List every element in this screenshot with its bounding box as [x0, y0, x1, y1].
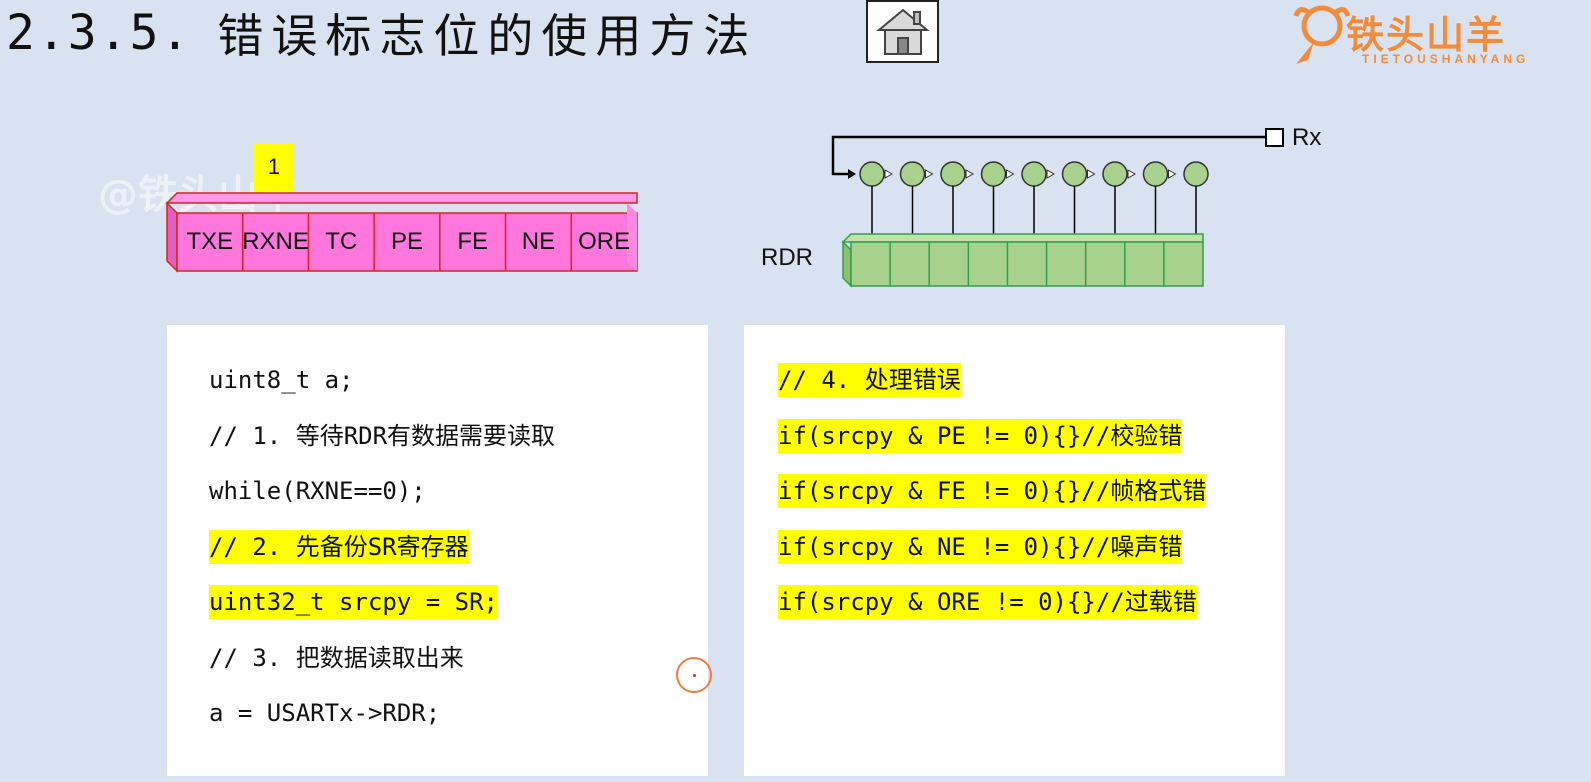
status-bit-ne: NE [521, 228, 556, 255]
shift-register-bits [859, 161, 1209, 244]
shift-bit-0 [859, 161, 885, 187]
status-bit-rxne: RXNE [242, 228, 309, 255]
shift-bit-3 [980, 161, 1007, 187]
left-code-line-5: uint32_t srcpy = SR; [209, 585, 498, 619]
right-code-line-5: if(srcpy & ORE != 0){}//过载错 [778, 585, 1197, 619]
left-code-line-1: uint8_t a; [209, 366, 354, 394]
shift-arrow-2 [965, 169, 975, 179]
rdr-register [841, 233, 1204, 288]
left-code-line-3: while(RXNE==0); [209, 477, 426, 505]
shift-arrow-7 [1168, 169, 1177, 179]
left-code-line-4: // 2. 先备份SR寄存器 [209, 529, 469, 564]
code-panel-left: uint8_t a; // 1. 等待RDR有数据需要读取 while(RXNE==… [167, 325, 708, 776]
right-code-line-2: if(srcpy & PE != 0){}//校验错 [778, 418, 1183, 453]
left-code-line-6: // 3. 把数据读取出来 [209, 643, 464, 672]
shift-bit-7 [1142, 161, 1169, 187]
shift-bit-1 [899, 161, 926, 187]
shift-bit-6 [1102, 161, 1128, 187]
rx-label: Rx [1292, 124, 1322, 151]
shift-arrow-6 [1127, 169, 1137, 179]
shift-bit-5 [1061, 161, 1088, 187]
rdr-label: RDR [761, 244, 813, 271]
right-code-line-1: // 4. 处理错误 [778, 363, 961, 397]
status-bit-ore: ORE [578, 228, 631, 255]
mouse-cursor-indicator [676, 657, 712, 693]
shift-arrow-3 [1006, 169, 1015, 179]
status-bit-txe: TXE [186, 228, 234, 255]
shift-arrow-5 [1087, 169, 1096, 179]
shift-arrow-0 [884, 169, 894, 179]
shift-bit-2 [940, 161, 966, 187]
status-bit-fe: FE [457, 228, 489, 255]
left-code-line-2: // 1. 等待RDR有数据需要读取 [209, 421, 556, 450]
right-code-line-3: if(srcpy & FE != 0){}//帧格式错 [778, 474, 1207, 508]
shift-bit-4 [1021, 161, 1047, 187]
status-bit-pe: PE [390, 228, 423, 255]
shift-arrow-1 [925, 169, 934, 179]
left-code-line-7: a = USARTx->RDR; [209, 699, 441, 727]
right-code-line-4: if(srcpy & NE != 0){}//噪声错 [778, 529, 1183, 564]
status-bit-tc: TC [325, 228, 358, 255]
shift-arrow-4 [1046, 169, 1056, 179]
usart-diagram [165, 128, 1284, 288]
shift-bit-8 [1183, 161, 1209, 187]
code-panel-right: // 4. 处理错误 if(srcpy & PE != 0){}//校验错 if(s… [744, 325, 1285, 776]
